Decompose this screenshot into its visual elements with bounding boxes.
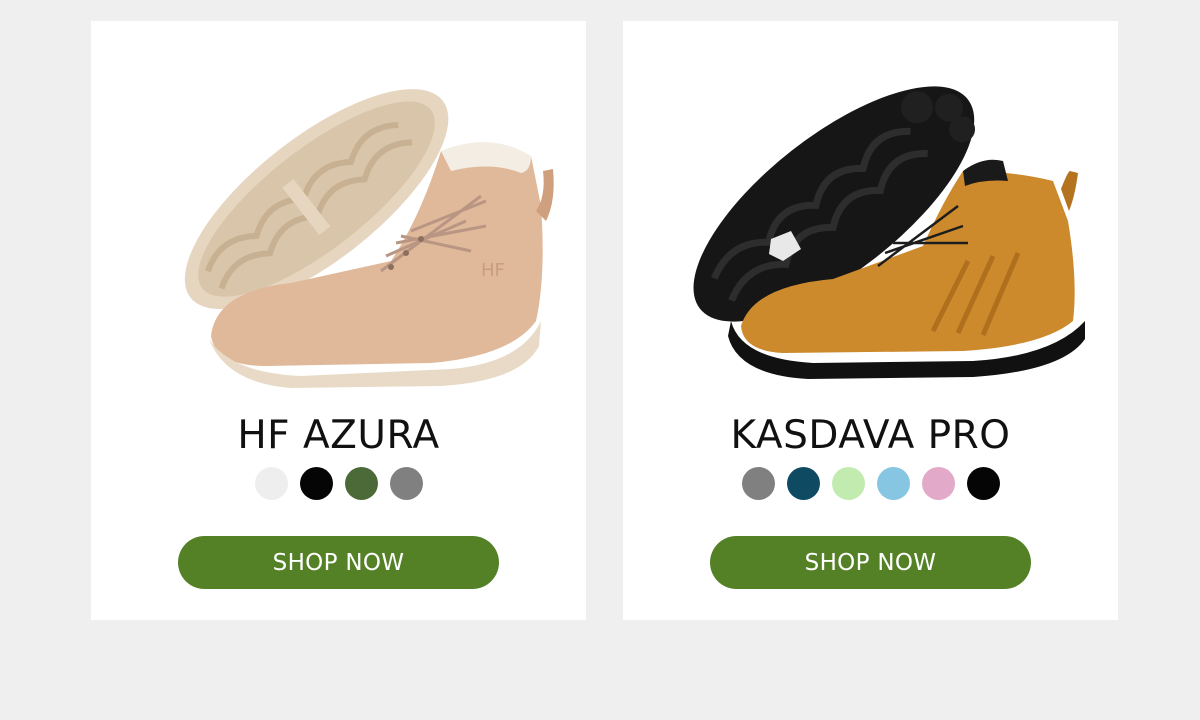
- color-swatch-pink[interactable]: [921, 467, 955, 500]
- product-name: HF AZURA: [237, 413, 440, 458]
- color-swatch-gray[interactable]: [389, 467, 423, 500]
- color-swatch-light-green[interactable]: [831, 467, 865, 500]
- product-card-hf-azura: HF HF AZURA SHOP NOW: [91, 21, 586, 620]
- color-swatch-black[interactable]: [966, 467, 1000, 500]
- color-swatch-teal-blue[interactable]: [786, 467, 820, 500]
- product-name: KASDAVA PRO: [730, 413, 1011, 458]
- product-image-hf-azura[interactable]: HF: [91, 21, 586, 421]
- color-swatch-light-gray[interactable]: [254, 467, 288, 500]
- brown-black-barefoot-boot-icon: [693, 86, 1085, 379]
- color-swatch-olive-green[interactable]: [344, 467, 378, 500]
- product-image-kasdava-pro[interactable]: [623, 21, 1118, 421]
- tan-winter-boot-icon: HF: [184, 89, 554, 388]
- shop-now-button[interactable]: SHOP NOW: [710, 536, 1031, 589]
- color-swatches: [623, 467, 1118, 500]
- color-swatches: [91, 467, 586, 500]
- color-swatch-black[interactable]: [299, 467, 333, 500]
- shop-now-button[interactable]: SHOP NOW: [178, 536, 499, 589]
- product-card-kasdava-pro: KASDAVA PRO SHOP NOW: [623, 21, 1118, 620]
- color-swatch-gray[interactable]: [741, 467, 775, 500]
- color-swatch-sky-blue[interactable]: [876, 467, 910, 500]
- svg-text:HF: HF: [481, 260, 505, 281]
